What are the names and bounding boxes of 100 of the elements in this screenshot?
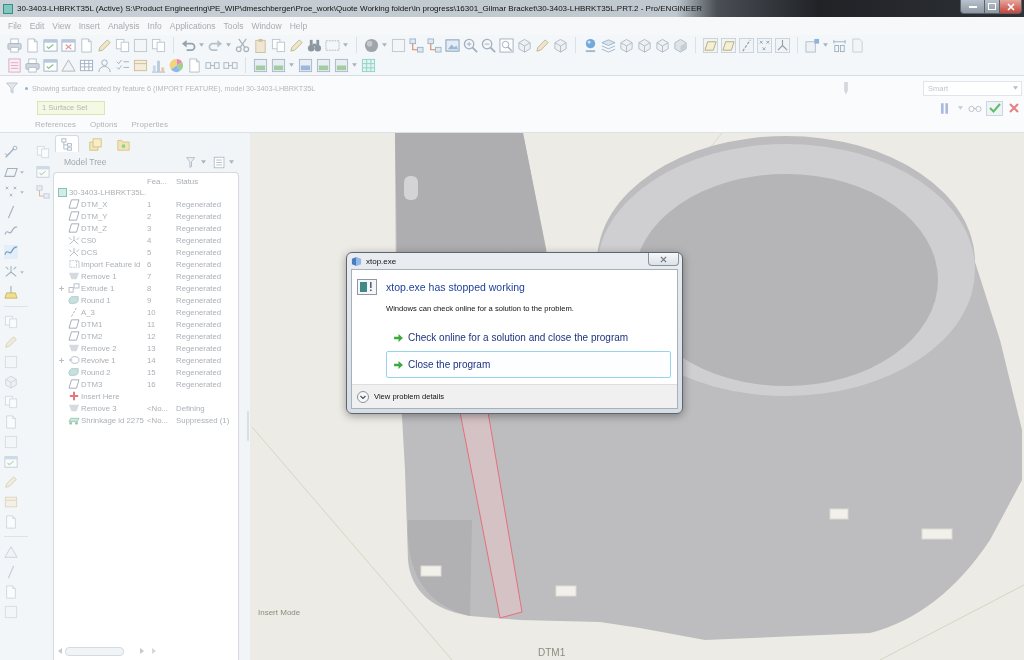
redo-icon[interactable] [208, 37, 223, 53]
zoom-window-icon[interactable] [499, 37, 514, 53]
dropdown-caret-icon[interactable] [20, 170, 24, 174]
dropdown-caret-icon[interactable] [352, 63, 357, 67]
table-icon[interactable] [79, 57, 94, 73]
zoom-in-icon[interactable] [463, 37, 478, 53]
dropdown-caret-icon[interactable] [958, 106, 963, 110]
triangle-icon[interactable] [4, 545, 18, 559]
dropdown-caret-icon[interactable] [343, 43, 348, 47]
command-link[interactable]: Check online for a solution and close the program [386, 326, 671, 349]
window-icon[interactable] [4, 455, 18, 469]
datum-plane-icon[interactable] [721, 37, 736, 53]
dropdown-caret-icon[interactable] [199, 43, 204, 47]
printer-icon[interactable] [7, 37, 22, 53]
datum-plane-icon[interactable] [703, 37, 718, 53]
menu-item[interactable]: Insert [78, 21, 100, 31]
dropdown-caret-icon[interactable] [201, 160, 206, 164]
coordinate-system-icon[interactable] [775, 37, 790, 53]
copy-icon[interactable] [36, 145, 50, 159]
dropdown-caret-icon[interactable] [229, 160, 234, 164]
dashboard-tab[interactable]: References [34, 120, 77, 129]
window-icon[interactable] [36, 165, 50, 179]
menu-item[interactable]: File [8, 21, 22, 31]
maximize-button[interactable] [985, 0, 1000, 14]
funnel-icon[interactable] [185, 155, 198, 169]
pencil-icon[interactable] [289, 37, 304, 53]
line-tool-icon[interactable] [4, 145, 18, 159]
connected-boxes-icon[interactable] [36, 185, 50, 199]
highlighted-surface[interactable] [459, 411, 523, 619]
datum-axis-icon[interactable] [739, 37, 754, 53]
funnel-icon[interactable] [6, 82, 18, 94]
annotation-icon[interactable] [805, 37, 820, 53]
cube-icon[interactable] [517, 37, 532, 53]
printer-icon[interactable] [25, 57, 40, 73]
copy-icon[interactable] [115, 37, 130, 53]
square-icon[interactable] [133, 37, 148, 53]
square-icon[interactable] [4, 435, 18, 449]
menu-item[interactable]: Applications [169, 21, 216, 31]
points-icon[interactable] [4, 185, 18, 199]
tile-icon[interactable] [334, 57, 349, 73]
pencil-icon[interactable] [4, 475, 18, 489]
copy-icon[interactable] [4, 395, 18, 409]
menu-item[interactable]: Analysis [107, 21, 140, 31]
ball-icon[interactable] [583, 37, 598, 53]
checklist-icon[interactable] [115, 57, 130, 73]
document-icon[interactable] [25, 37, 40, 53]
coordinate-system-icon[interactable] [4, 265, 18, 279]
undo-icon[interactable] [181, 37, 196, 53]
copy-icon[interactable] [151, 37, 166, 53]
command-link[interactable]: Close the program [386, 351, 671, 378]
curve-icon[interactable] [4, 245, 18, 259]
cancel-button[interactable] [1008, 102, 1020, 114]
menu-item[interactable]: Help [289, 21, 308, 31]
menu-item[interactable]: Edit [29, 21, 45, 31]
document-icon[interactable] [4, 515, 18, 529]
binoculars-icon[interactable] [307, 37, 322, 53]
pause-icon[interactable] [941, 102, 948, 114]
datum-point-icon[interactable] [757, 37, 772, 53]
square-icon[interactable] [4, 355, 18, 369]
cube-icon[interactable] [655, 37, 670, 53]
menu-item[interactable]: Window [251, 21, 282, 31]
dropdown-caret-icon[interactable] [20, 270, 24, 274]
menu-item[interactable]: Tools [223, 21, 244, 31]
square-icon[interactable] [391, 37, 406, 53]
dimension-icon[interactable] [832, 37, 847, 53]
dashboard-tab[interactable]: Properties [130, 120, 169, 129]
expand-toggle-icon[interactable] [59, 357, 64, 363]
dashboard-tab[interactable]: Options [88, 120, 119, 129]
window-icon[interactable] [43, 37, 58, 53]
shaded-cube-icon[interactable] [673, 37, 688, 53]
document-icon[interactable] [79, 37, 94, 53]
cube-icon[interactable] [619, 37, 634, 53]
pencil-icon[interactable] [535, 37, 550, 53]
layers-icon[interactable] [601, 37, 616, 53]
window-icon[interactable] [61, 37, 76, 53]
expand-toggle-icon[interactable] [59, 285, 64, 291]
list-icon[interactable] [213, 155, 226, 169]
minimize-button[interactable] [960, 0, 985, 14]
panel-icon[interactable] [133, 57, 148, 73]
close-button[interactable] [648, 253, 679, 266]
scroll-right-icon[interactable] [152, 648, 156, 654]
color-wheel-icon[interactable] [169, 57, 184, 73]
window-icon[interactable] [43, 57, 58, 73]
analysis-icon[interactable] [4, 285, 18, 299]
menu-item[interactable]: View [52, 21, 71, 31]
document-icon[interactable] [850, 37, 865, 53]
cube-icon[interactable] [637, 37, 652, 53]
document-icon[interactable] [4, 585, 18, 599]
dropdown-caret-icon[interactable] [823, 43, 828, 47]
zoom-out-icon[interactable] [481, 37, 496, 53]
plane-icon[interactable] [4, 165, 18, 179]
copy-icon[interactable] [271, 37, 286, 53]
pencil-icon[interactable] [4, 335, 18, 349]
dropdown-caret-icon[interactable] [382, 43, 387, 47]
scroll-left-icon[interactable] [58, 648, 62, 654]
menu-item[interactable]: Info [147, 21, 162, 31]
dropdown-caret-icon[interactable] [226, 43, 231, 47]
panel-tab[interactable] [55, 135, 79, 152]
document-icon[interactable] [187, 57, 202, 73]
scrollbar-thumb[interactable] [65, 646, 124, 656]
